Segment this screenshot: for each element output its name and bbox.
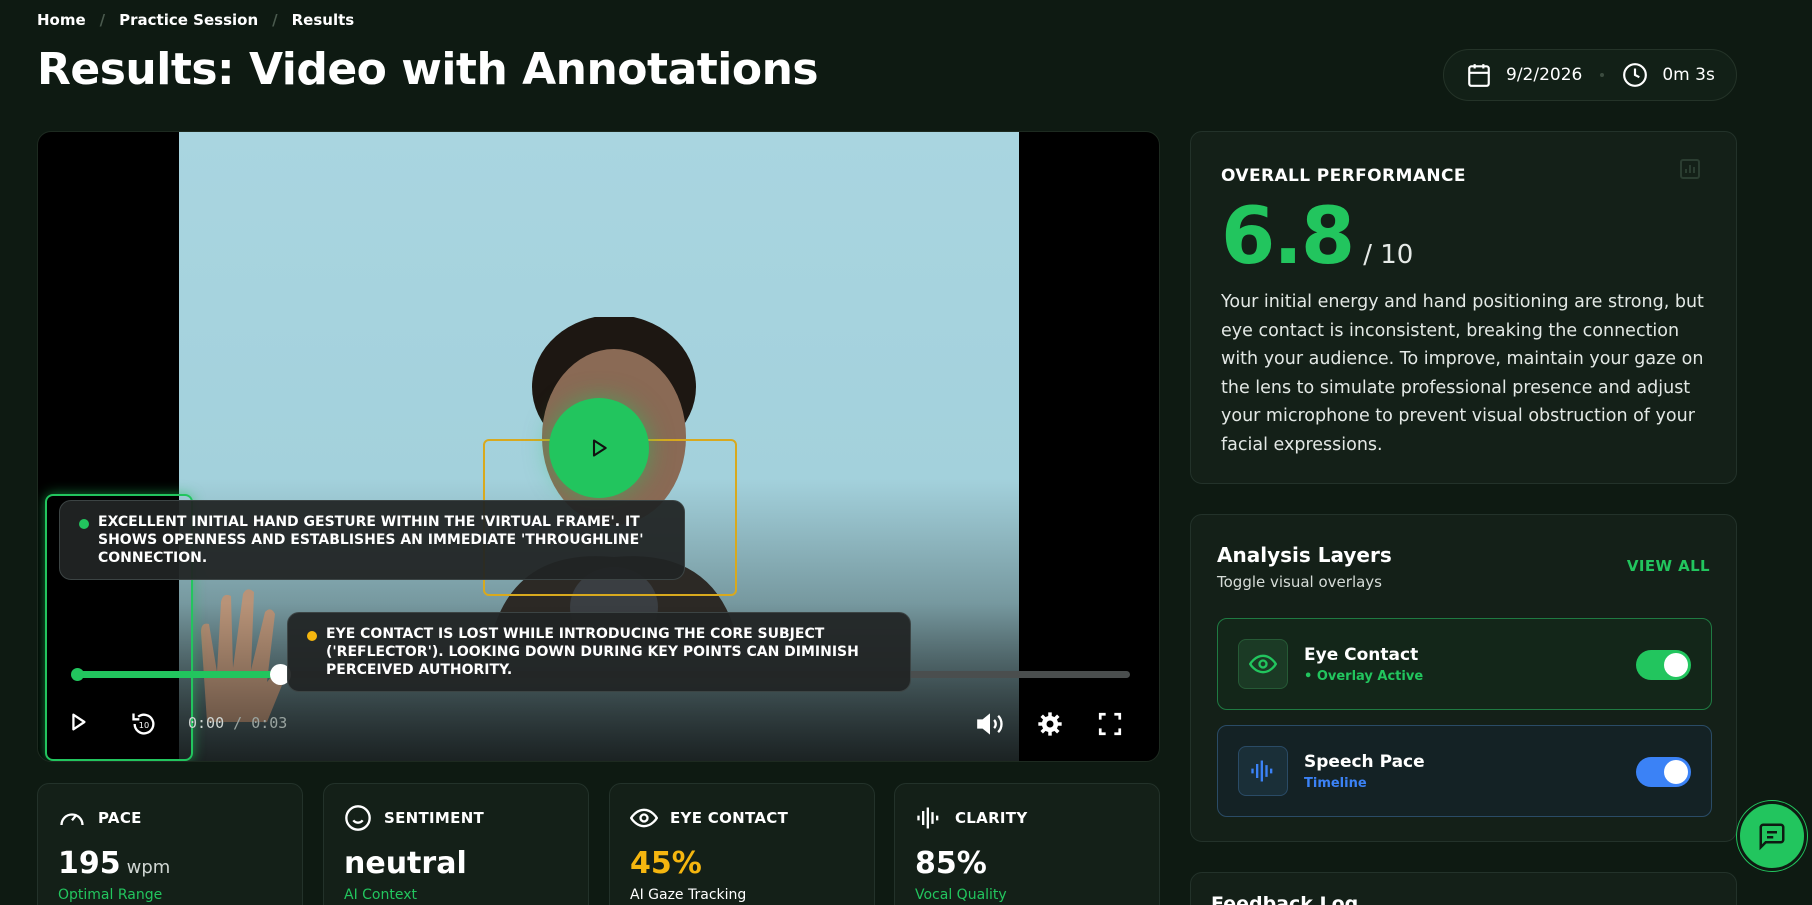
layer-status: Timeline	[1304, 775, 1367, 791]
breadcrumb-separator: /	[99, 11, 106, 29]
layer-eye-contact[interactable]: Eye Contact • Overlay Active	[1217, 618, 1712, 710]
chat-icon	[1759, 823, 1785, 851]
breadcrumb-home[interactable]: Home	[37, 11, 86, 29]
metric-card-sentiment: SENTIMENT neutral AI Context	[323, 783, 589, 905]
smile-icon	[345, 805, 371, 831]
metric-value: neutral	[344, 846, 467, 881]
chat-button[interactable]	[1737, 801, 1807, 871]
page-title: Results: Video with Annotations	[37, 44, 819, 95]
rewind-10-button[interactable]: 10	[130, 710, 158, 738]
metric-sub: Optimal Range	[58, 887, 163, 903]
gear-icon	[1038, 712, 1062, 736]
session-date: 9/2/2026	[1506, 65, 1583, 85]
eye-icon	[630, 808, 658, 828]
current-time: 0:00	[188, 714, 225, 732]
overall-performance-card: OVERALL PERFORMANCE 6.8 / 10 Your initia…	[1190, 131, 1737, 484]
performance-score: 6.8	[1221, 192, 1355, 282]
settings-button[interactable]	[1036, 710, 1064, 738]
layer-name: Speech Pace	[1304, 751, 1425, 772]
metric-card-pace: PACE 195 wpm Optimal Range	[37, 783, 303, 905]
playback-time: 0:00 / 0:03	[188, 714, 287, 732]
breadcrumb-results: Results	[291, 11, 355, 29]
session-duration: 0m 3s	[1662, 65, 1715, 85]
performance-label: OVERALL PERFORMANCE	[1221, 166, 1466, 186]
feedback-log-card: Feedback Log	[1190, 872, 1737, 905]
progress-start-marker	[71, 668, 84, 681]
speech-pace-toggle[interactable]	[1636, 757, 1691, 787]
breadcrumb-practice-session[interactable]: Practice Session	[119, 11, 258, 29]
play-button[interactable]	[66, 710, 90, 734]
waveform-icon	[917, 807, 939, 829]
performance-summary: Your initial energy and hand positioning…	[1221, 292, 1704, 455]
play-icon	[72, 713, 86, 731]
metric-value: 85%	[915, 846, 987, 881]
metric-card-eye-contact: EYE CONTACT 45% AI Gaze Tracking	[609, 783, 875, 905]
metric-sub: Vocal Quality	[915, 887, 1007, 903]
layers-subtitle: Toggle visual overlays	[1217, 573, 1382, 591]
total-time: 0:03	[251, 714, 288, 732]
metric-label: EYE CONTACT	[670, 809, 789, 827]
view-all-link[interactable]: VIEW ALL	[1627, 557, 1710, 575]
speedometer-icon	[60, 813, 84, 826]
progress-fill	[75, 671, 280, 678]
volume-button[interactable]	[976, 710, 1004, 738]
play-icon	[592, 439, 607, 457]
center-play-button[interactable]	[549, 398, 649, 498]
clock-icon	[1623, 63, 1648, 87]
volume-icon	[977, 713, 1003, 735]
calendar-icon	[1468, 64, 1490, 87]
meta-divider	[1600, 73, 1605, 77]
performance-denominator: / 10	[1363, 240, 1414, 270]
video-player[interactable]: Excellent initial hand gesture within th…	[37, 131, 1160, 762]
annotation-text: Eye contact is lost while introducing th…	[326, 626, 859, 678]
layer-icon-box	[1238, 746, 1288, 796]
layer-speech-pace[interactable]: Speech Pace Timeline	[1217, 725, 1712, 817]
metric-value: 45%	[630, 846, 702, 881]
metric-sub: AI Context	[344, 887, 418, 903]
layer-status: • Overlay Active	[1304, 668, 1424, 684]
metric-value: 195	[58, 846, 121, 881]
metric-label: PACE	[98, 809, 142, 827]
toggle-knob	[1664, 760, 1688, 784]
annotation-tooltip-gesture: Excellent initial hand gesture within th…	[59, 500, 685, 580]
metric-label: CLARITY	[955, 809, 1028, 827]
bar-chart-icon	[1680, 159, 1700, 179]
metric-label: SENTIMENT	[384, 809, 485, 827]
session-meta: 9/2/2026 0m 3s	[1443, 49, 1737, 101]
annotation-marker	[79, 519, 89, 529]
annotation-marker	[307, 631, 317, 641]
metric-sub: AI Gaze Tracking	[630, 887, 747, 903]
toggle-knob	[1664, 653, 1688, 677]
feedback-log-title: Feedback Log	[1211, 893, 1359, 905]
eye-contact-toggle[interactable]	[1636, 650, 1691, 680]
annotation-tooltip-eye-contact: Eye contact is lost while introducing th…	[287, 612, 911, 692]
eye-icon	[1249, 654, 1277, 674]
metric-card-clarity: CLARITY 85% Vocal Quality	[894, 783, 1160, 905]
rewind-10-icon: 10	[132, 713, 155, 735]
svg-text:10: 10	[139, 720, 149, 730]
time-separator: /	[233, 714, 243, 732]
breadcrumb-separator: /	[272, 11, 278, 29]
analysis-layers-card: Analysis Layers Toggle visual overlays V…	[1190, 514, 1737, 842]
waveform-icon	[1251, 760, 1273, 782]
metric-unit: wpm	[126, 857, 171, 878]
fullscreen-icon	[1098, 712, 1122, 736]
layer-icon-box	[1238, 639, 1288, 689]
layer-name: Eye Contact	[1304, 644, 1419, 665]
breadcrumb: Home / Practice Session / Results	[37, 11, 354, 29]
fullscreen-button[interactable]	[1096, 710, 1124, 738]
annotation-text: Excellent initial hand gesture within th…	[98, 514, 644, 566]
